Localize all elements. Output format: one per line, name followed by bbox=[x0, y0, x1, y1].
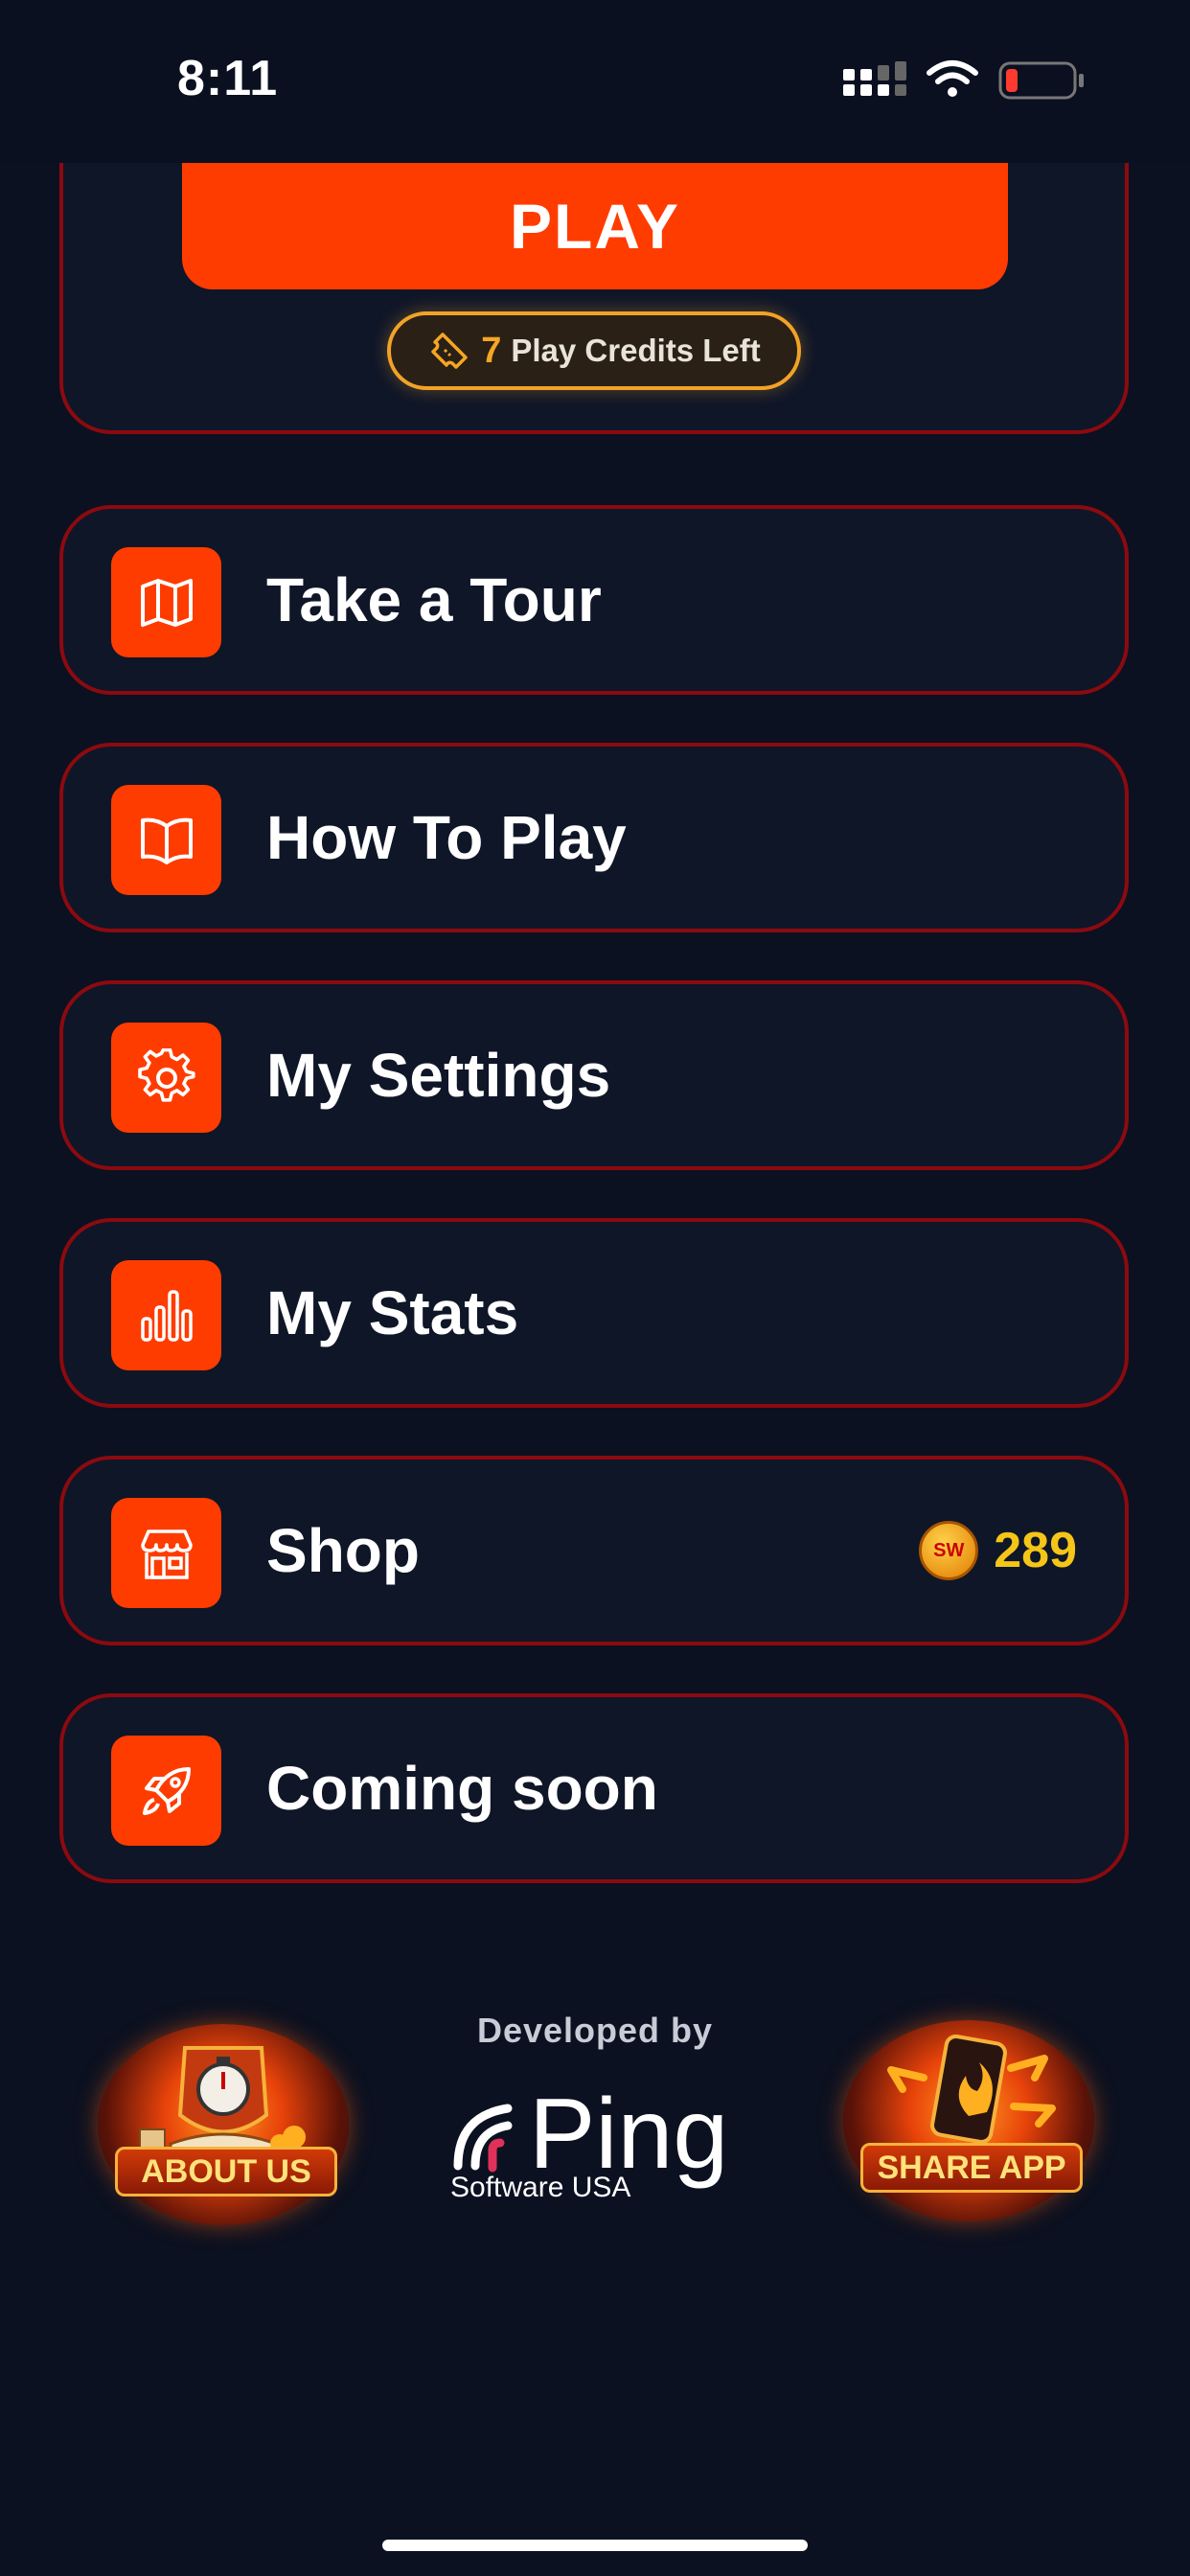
wifi-icon bbox=[927, 60, 978, 97]
ticket-icon bbox=[431, 333, 468, 369]
about-us-label: ABOUT US bbox=[115, 2147, 337, 2196]
credits-count: 7 bbox=[481, 330, 502, 371]
coin-balance: SW 289 bbox=[919, 1460, 1077, 1642]
coin-icon: SW bbox=[919, 1521, 979, 1580]
menu-item-coming-soon[interactable]: Coming soon bbox=[59, 1693, 1129, 1883]
menu-item-take-a-tour[interactable]: Take a Tour bbox=[59, 505, 1129, 695]
credits-label: Play Credits Left bbox=[511, 333, 761, 368]
menu-label: Take a Tour bbox=[266, 565, 602, 634]
stats-icon bbox=[140, 1289, 193, 1342]
coin-count: 289 bbox=[994, 1523, 1077, 1578]
book-icon bbox=[140, 817, 193, 864]
play-button[interactable]: PLAY bbox=[182, 163, 1008, 289]
rocket-icon bbox=[142, 1766, 191, 1815]
menu-label: My Settings bbox=[266, 1041, 611, 1110]
clock: 8:11 bbox=[177, 51, 279, 106]
menu-label: My Stats bbox=[266, 1278, 519, 1347]
about-us-button[interactable]: ABOUT US bbox=[98, 2024, 349, 2225]
menu-label: How To Play bbox=[266, 803, 627, 872]
share-app-button[interactable]: SHARE APP bbox=[843, 2020, 1094, 2221]
ping-subtitle: Software USA bbox=[450, 2172, 631, 2203]
share-app-label: SHARE APP bbox=[860, 2143, 1083, 2193]
status-bar: 8:11 bbox=[0, 0, 1190, 163]
cellular-signal-icon bbox=[843, 61, 906, 96]
map-icon bbox=[140, 578, 193, 627]
menu-item-my-settings[interactable]: My Settings bbox=[59, 980, 1129, 1170]
menu-item-shop[interactable]: Shop SW 289 bbox=[59, 1456, 1129, 1645]
home-indicator[interactable] bbox=[382, 2540, 808, 2551]
store-icon bbox=[140, 1529, 193, 1579]
battery-icon bbox=[998, 61, 1084, 100]
developed-by-label: Developed by bbox=[476, 2011, 714, 2050]
gear-icon bbox=[137, 1047, 195, 1102]
menu-label: Coming soon bbox=[266, 1754, 658, 1823]
menu-item-my-stats[interactable]: My Stats bbox=[59, 1218, 1129, 1408]
ping-signal-icon bbox=[453, 2104, 513, 2173]
menu-label: Shop bbox=[266, 1516, 420, 1585]
play-credits-badge: 7 Play Credits Left bbox=[387, 311, 801, 390]
ping-software-logo: Ping Software USA bbox=[450, 2079, 738, 2204]
menu-item-how-to-play[interactable]: How To Play bbox=[59, 743, 1129, 932]
